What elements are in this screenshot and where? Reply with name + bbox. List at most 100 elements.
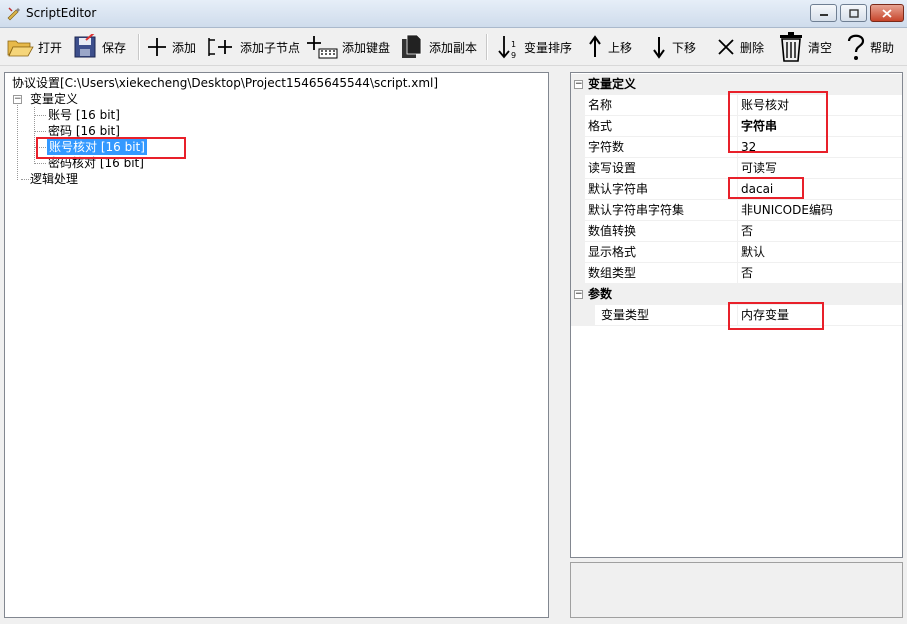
prop-label: 数组类型	[588, 266, 637, 280]
save-label: 保存	[102, 40, 127, 55]
help-label: 帮助	[870, 40, 895, 55]
trash-can-icon	[780, 32, 802, 62]
clear-button[interactable]: 清空	[778, 32, 832, 62]
svg-text:1: 1	[511, 40, 516, 49]
question-mark-icon	[847, 34, 865, 60]
prop-label: 显示格式	[588, 245, 637, 259]
tree-node-password-check[interactable]: 密码核对 [16 bit]	[48, 155, 144, 171]
move-down-button[interactable]: 下移	[650, 32, 696, 62]
delete-button[interactable]: 删除	[716, 32, 764, 62]
delete-label: 删除	[740, 40, 765, 55]
minimize-icon	[819, 14, 828, 16]
save-button[interactable]: 保存	[72, 32, 126, 62]
folder-open-icon	[7, 40, 34, 57]
plus-icon	[148, 38, 166, 56]
prop-value[interactable]: 默认	[741, 242, 765, 262]
sort-variables-button[interactable]: 1 9 变量排序	[496, 32, 572, 62]
prop-row-variable-type[interactable]: 变量类型 内存变量	[571, 305, 902, 326]
close-button[interactable]	[870, 4, 904, 22]
collapse-toggle-icon[interactable]: −	[574, 80, 583, 89]
add-child-label: 添加子节点	[240, 40, 301, 55]
category-params[interactable]: − 参数	[571, 284, 902, 305]
window-title: ScriptEditor	[26, 6, 97, 20]
prop-value[interactable]: 字符串	[741, 116, 777, 136]
move-up-button[interactable]: 上移	[586, 32, 632, 62]
add-copy-label: 添加副本	[429, 40, 478, 55]
prop-label: 名称	[588, 98, 613, 112]
prop-value[interactable]: 32	[741, 137, 756, 157]
collapse-toggle-icon[interactable]: −	[574, 290, 583, 299]
open-button[interactable]: 打开	[6, 32, 62, 62]
tree-node-var-def[interactable]: 变量定义	[30, 91, 78, 107]
prop-row-char-count[interactable]: 字符数 32	[571, 137, 902, 158]
toolbar-separator	[486, 34, 488, 60]
sort-variables-label: 变量排序	[524, 40, 573, 55]
prop-row-format[interactable]: 格式 字符串	[571, 116, 902, 137]
save-icon	[74, 34, 96, 58]
svg-text:9: 9	[511, 51, 516, 60]
toolbar: 打开 保存 添加 添加子节点 添加键盘 添加副本 1 9 变量排序 上移 下移 …	[0, 28, 907, 66]
move-down-label: 下移	[672, 40, 697, 55]
add-keyboard-label: 添加键盘	[342, 40, 391, 55]
prop-value[interactable]: 否	[741, 221, 753, 241]
prop-row-array-type[interactable]: 数组类型 否	[571, 263, 902, 284]
property-grid[interactable]: − 变量定义 名称 账号核对 格式 字符串 字符数 32 读写设置 可读写 默认…	[570, 72, 903, 558]
tree-node-account[interactable]: 账号 [16 bit]	[48, 107, 120, 123]
title-bar: ScriptEditor	[0, 0, 907, 28]
prop-label: 字符数	[588, 140, 625, 154]
prop-value[interactable]: 可读写	[741, 158, 777, 178]
prop-label: 格式	[588, 119, 613, 133]
prop-label: 默认字符串字符集	[588, 203, 685, 217]
script-tree-panel[interactable]: 协议设置[C:\Users\xiekecheng\Desktop\Project…	[4, 72, 549, 618]
minimize-button[interactable]	[810, 4, 837, 22]
toolbar-separator	[138, 34, 140, 60]
tree-connector	[17, 99, 18, 180]
add-label: 添加	[172, 40, 197, 55]
copy-document-icon	[402, 34, 422, 58]
prop-value[interactable]: 内存变量	[741, 305, 789, 325]
maximize-button[interactable]	[840, 4, 867, 22]
tree-connector	[34, 147, 46, 148]
prop-value[interactable]: dacai	[741, 179, 773, 199]
tree-node-account-check[interactable]: 账号核对 [16 bit]	[47, 139, 147, 155]
help-button[interactable]: 帮助	[846, 32, 894, 62]
prop-label: 读写设置	[588, 161, 637, 175]
tree-connector	[34, 115, 46, 116]
arrow-down-icon	[653, 37, 665, 59]
add-keyboard-button[interactable]: 添加键盘	[306, 32, 390, 62]
maximize-icon	[848, 8, 859, 18]
arrow-up-icon	[589, 35, 601, 57]
app-icon	[7, 7, 20, 21]
add-child-button[interactable]: 添加子节点	[206, 32, 300, 62]
prop-row-display-format[interactable]: 显示格式 默认	[571, 242, 902, 263]
sort-icon: 1 9	[498, 36, 516, 60]
close-icon	[882, 8, 892, 18]
delete-x-icon	[718, 39, 734, 55]
prop-label: 数值转换	[588, 224, 637, 238]
tree-root-node[interactable]: 协议设置[C:\Users\xiekecheng\Desktop\Project…	[12, 75, 438, 91]
open-label: 打开	[38, 40, 63, 55]
tree-node-password[interactable]: 密码 [16 bit]	[48, 123, 120, 139]
add-copy-button[interactable]: 添加副本	[399, 32, 477, 62]
add-button[interactable]: 添加	[146, 32, 196, 62]
clear-label: 清空	[808, 40, 833, 55]
property-description-panel	[570, 562, 903, 618]
tree-node-logic[interactable]: 逻辑处理	[30, 171, 78, 187]
prop-row-numeric-convert[interactable]: 数值转换 否	[571, 221, 902, 242]
tree-connector	[34, 131, 46, 132]
prop-row-name[interactable]: 名称 账号核对	[571, 95, 902, 116]
prop-value[interactable]: 账号核对	[741, 95, 789, 115]
prop-value[interactable]: 非UNICODE编码	[741, 200, 833, 220]
add-keyboard-icon	[307, 36, 338, 59]
prop-row-rw-setting[interactable]: 读写设置 可读写	[571, 158, 902, 179]
prop-row-default-charset[interactable]: 默认字符串字符集 非UNICODE编码	[571, 200, 902, 221]
prop-label: 变量类型	[601, 308, 650, 322]
category-var-def[interactable]: − 变量定义	[571, 74, 902, 95]
move-up-label: 上移	[608, 40, 633, 55]
collapse-toggle-icon[interactable]: −	[13, 95, 22, 104]
prop-label: 默认字符串	[588, 182, 649, 196]
tree-connector	[34, 163, 46, 164]
prop-value[interactable]: 否	[741, 263, 753, 283]
add-child-node-icon	[208, 38, 232, 56]
prop-row-default-string[interactable]: 默认字符串 dacai	[571, 179, 902, 200]
